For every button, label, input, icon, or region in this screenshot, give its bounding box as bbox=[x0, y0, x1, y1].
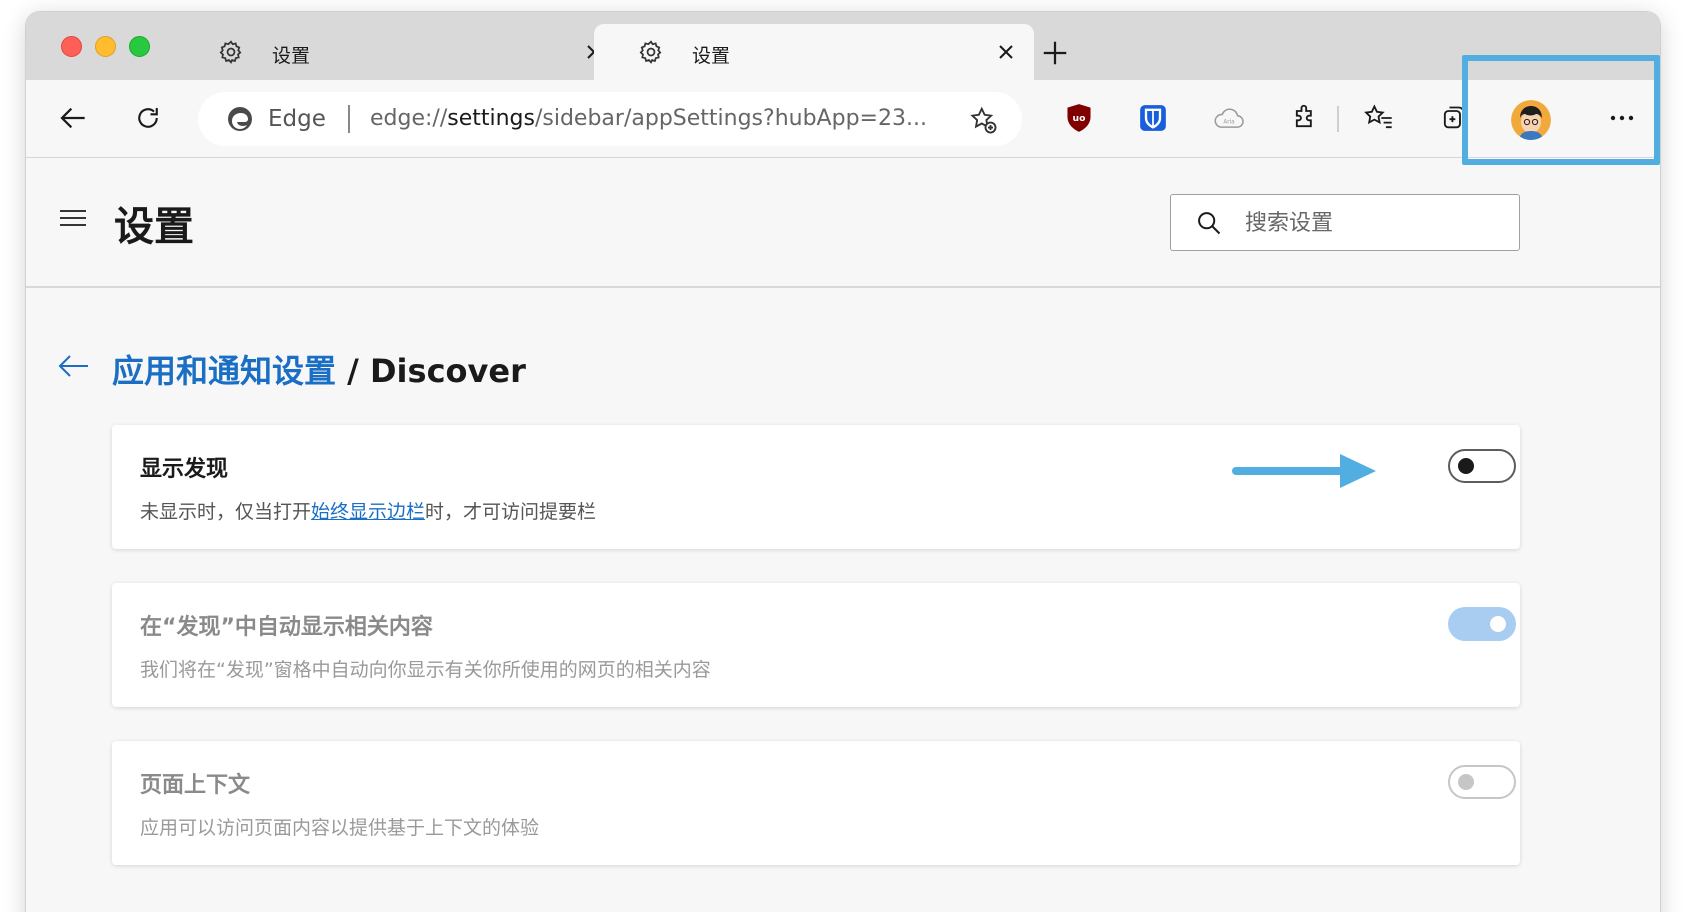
annotation-highlight-box bbox=[1462, 55, 1660, 165]
new-tab-button[interactable] bbox=[1040, 38, 1070, 68]
url-path: /sidebar/appSettings?hubApp=23... bbox=[534, 106, 927, 131]
always-show-sidebar-link[interactable]: 始终显示边栏 bbox=[311, 501, 425, 523]
setting-title: 显示发现 bbox=[140, 457, 229, 482]
refresh-button[interactable] bbox=[130, 100, 166, 136]
toggle-knob bbox=[1490, 616, 1506, 632]
favorites-icon[interactable] bbox=[1362, 101, 1396, 135]
url-text[interactable]: edge://settings/sidebar/appSettings?hubA… bbox=[370, 106, 927, 131]
setting-title: 在“发现”中自动显示相关内容 bbox=[140, 615, 433, 640]
gear-icon bbox=[219, 40, 242, 64]
search-box[interactable] bbox=[1170, 194, 1520, 251]
setting-description: 应用可以访问页面内容以提供基于上下文的体验 bbox=[140, 817, 540, 839]
tab-title: 设置 bbox=[692, 45, 731, 67]
breadcrumb-current: Discover bbox=[369, 352, 526, 390]
add-favorite-icon[interactable] bbox=[968, 105, 998, 135]
toggle-knob bbox=[1458, 458, 1474, 474]
breadcrumb-separator: / bbox=[336, 352, 370, 390]
extensions-puzzle-icon[interactable] bbox=[1288, 101, 1322, 135]
refresh-icon bbox=[138, 108, 158, 128]
svg-text:Aria: Aria bbox=[1223, 120, 1234, 126]
search-icon bbox=[1198, 212, 1221, 235]
settings-header: 设置 bbox=[26, 158, 1660, 288]
toolbar: Edge edge://settings/sidebar/appSettings… bbox=[26, 80, 1660, 158]
annotation-arrow-icon bbox=[1232, 454, 1376, 488]
browser-label: Edge bbox=[268, 106, 326, 132]
tab-settings-1[interactable]: 设置 bbox=[194, 24, 616, 80]
page-title: 设置 bbox=[114, 204, 194, 250]
minimize-window-button[interactable] bbox=[95, 36, 116, 57]
auto-show-related-toggle[interactable] bbox=[1448, 607, 1516, 641]
url-host: settings bbox=[447, 106, 535, 131]
page-context-toggle[interactable] bbox=[1448, 765, 1516, 799]
tab-settings-2[interactable]: 设置 bbox=[594, 24, 1034, 80]
bitwarden-icon[interactable] bbox=[1136, 101, 1170, 135]
arrow-left-icon bbox=[60, 107, 85, 129]
ublock-origin-icon[interactable]: uo bbox=[1062, 101, 1096, 135]
setting-card-auto-show-related: 在“发现”中自动显示相关内容 我们将在“发现”窗格中自动向你显示有关你所使用的网… bbox=[112, 583, 1520, 707]
gear-icon bbox=[639, 40, 662, 64]
svg-text:uo: uo bbox=[1073, 113, 1086, 124]
setting-description: 未显示时，仅当打开始终显示边栏时，才可访问提要栏 bbox=[140, 497, 596, 524]
close-icon[interactable] bbox=[994, 40, 1018, 64]
search-input[interactable] bbox=[1245, 205, 1505, 241]
edge-logo-icon bbox=[228, 107, 252, 131]
address-bar[interactable]: Edge edge://settings/sidebar/appSettings… bbox=[198, 92, 1022, 146]
desc-text-after: 时，才可访问提要栏 bbox=[425, 501, 597, 523]
close-window-button[interactable] bbox=[61, 36, 82, 57]
setting-title: 页面上下文 bbox=[140, 773, 251, 798]
back-arrow-icon[interactable] bbox=[56, 350, 92, 382]
tab-title: 设置 bbox=[272, 45, 311, 67]
desc-text-before: 未显示时，仅当打开 bbox=[140, 501, 312, 523]
toolbar-divider bbox=[1337, 106, 1339, 132]
setting-description: 我们将在“发现”窗格中自动向你显示有关你所使用的网页的相关内容 bbox=[140, 659, 711, 681]
menu-icon[interactable] bbox=[58, 206, 88, 230]
tab-strip: 设置 设置 bbox=[26, 12, 1660, 80]
breadcrumb-parent-link[interactable]: 应用和通知设置 bbox=[112, 352, 336, 390]
breadcrumb: 应用和通知设置 / Discover bbox=[112, 346, 526, 392]
browser-window: 设置 设置 Edge edge://settings/sidebar/appSe… bbox=[26, 12, 1660, 912]
aria-cloud-icon[interactable]: Aria bbox=[1212, 101, 1246, 135]
url-prefix: edge:// bbox=[370, 106, 448, 131]
setting-card-page-context: 页面上下文 应用可以访问页面内容以提供基于上下文的体验 bbox=[112, 741, 1520, 865]
back-button[interactable] bbox=[56, 100, 92, 136]
address-separator bbox=[348, 105, 350, 133]
toggle-knob bbox=[1458, 774, 1474, 790]
zoom-window-button[interactable] bbox=[129, 36, 150, 57]
show-discover-toggle[interactable] bbox=[1448, 449, 1516, 483]
